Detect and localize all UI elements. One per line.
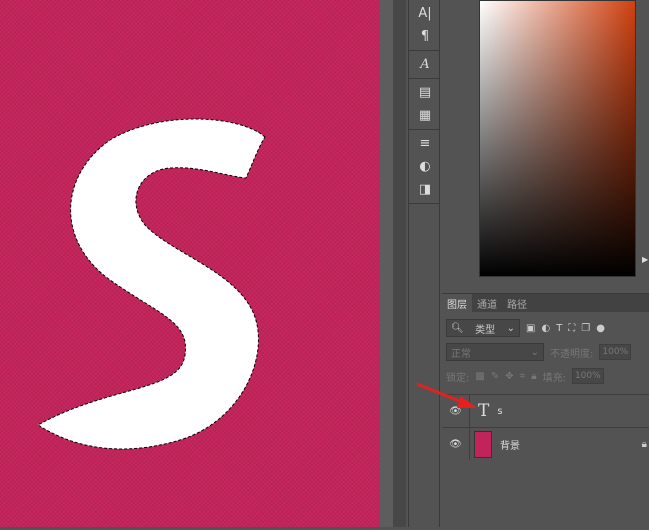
chevron-down-icon: ⌄ bbox=[506, 322, 515, 334]
adjustments-icon[interactable]: ≡ bbox=[409, 132, 441, 155]
lock-icon: 🔒︎ bbox=[641, 438, 647, 450]
lock-all-icon[interactable]: 🔒︎ bbox=[531, 371, 536, 382]
letter-s-selection bbox=[37, 118, 266, 450]
lock-position-icon[interactable]: ✥ bbox=[505, 371, 513, 382]
lock-artboard-icon[interactable]: ⌗ bbox=[520, 371, 526, 382]
fill-input[interactable]: 100% bbox=[571, 368, 604, 384]
panel-dock-gutter bbox=[393, 0, 406, 527]
panel-dock-edge bbox=[380, 0, 393, 527]
paragraph-icon[interactable]: ¶ bbox=[409, 25, 441, 48]
blend-mode-select[interactable]: 正常 ⌄ bbox=[446, 343, 544, 361]
opacity-input[interactable]: 100% bbox=[599, 344, 632, 360]
notes-icon[interactable]: ▦ bbox=[409, 104, 441, 127]
red-arrow-annotation bbox=[416, 382, 477, 408]
tab-layers[interactable]: 图层 bbox=[442, 294, 472, 312]
opacity-label: 不透明度: bbox=[550, 348, 594, 360]
layer-name: s bbox=[497, 405, 503, 417]
glyphs-icon[interactable]: A bbox=[409, 53, 441, 76]
filter-toggle[interactable]: ● bbox=[596, 323, 605, 334]
visibility-eye-icon[interactable]: 👁︎ bbox=[442, 428, 470, 460]
type-filter-icon[interactable]: T bbox=[556, 323, 562, 334]
adjustment-filter-icon[interactable]: ◐ bbox=[541, 323, 550, 334]
blend-mode-value: 正常 bbox=[451, 348, 471, 360]
tab-channels[interactable]: 通道 bbox=[472, 294, 502, 312]
styles-icon[interactable]: ◐ bbox=[409, 155, 441, 178]
pixel-filter-icon[interactable]: ▣ bbox=[526, 323, 535, 334]
hue-slider-handle[interactable]: ▶ bbox=[642, 255, 648, 264]
document-canvas[interactable] bbox=[0, 0, 380, 527]
lock-transparent-icon[interactable]: ▩ bbox=[475, 371, 484, 382]
properties-icon[interactable]: ◨ bbox=[409, 178, 441, 201]
collapsed-panel-icons: A| ¶ A ▤ ▦ ≡ ◐ ◨ bbox=[408, 0, 440, 527]
filter-label: 类型 bbox=[475, 324, 496, 336]
tab-paths[interactable]: 路径 bbox=[502, 294, 532, 312]
search-icon: 🔍︎ bbox=[451, 322, 464, 334]
libraries-icon[interactable]: ▤ bbox=[409, 81, 441, 104]
color-picker-field[interactable] bbox=[479, 0, 636, 277]
character-icon[interactable]: A| bbox=[409, 2, 441, 25]
shape-filter-icon[interactable]: ⛶ bbox=[568, 323, 575, 334]
filter-type-select[interactable]: 🔍︎ 类型 ⌄ bbox=[446, 319, 520, 337]
layer-row-background[interactable]: 👁︎ 背景 🔒︎ bbox=[442, 427, 649, 460]
layer-thumbnail bbox=[474, 430, 492, 458]
lock-image-icon[interactable]: ✎ bbox=[491, 371, 499, 382]
smartobject-filter-icon[interactable]: ❐ bbox=[581, 323, 590, 334]
layer-name: 背景 bbox=[500, 440, 520, 452]
fill-label: 填充: bbox=[542, 372, 566, 384]
